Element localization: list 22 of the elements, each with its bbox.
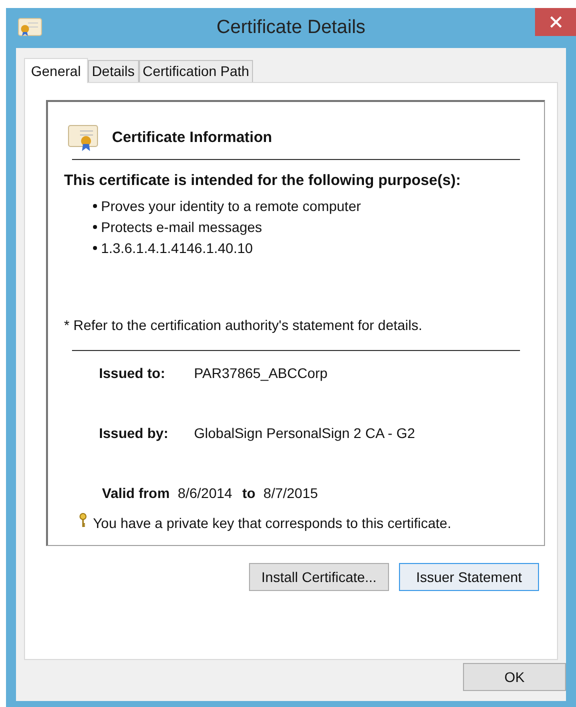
field-value: 8/6/2014 — [178, 484, 232, 502]
private-key-note: You have a private key that corresponds to this certificate. — [93, 514, 452, 533]
tab[interactable]: Certification Path — [138, 60, 254, 82]
purpose-item: Proves your identity to a remote computer — [101, 196, 361, 216]
field-label: Valid from — [102, 484, 170, 502]
dialog-button[interactable]: Install Certificate... — [249, 563, 389, 591]
field-label: Issued by: — [99, 424, 170, 443]
tab[interactable]: Details — [88, 60, 139, 82]
tab[interactable]: General — [24, 58, 88, 83]
note-text: * Refer to the certification authority's statement for details. — [64, 316, 424, 335]
purpose-item: 1.3.6.1.4.1.4146.1.40.10 — [101, 238, 253, 258]
section-heading: Certificate Information — [112, 128, 272, 148]
purpose-item: Protects e-mail messages — [101, 218, 262, 237]
field-label: Issued to: — [99, 364, 166, 382]
field-label: to — [242, 484, 256, 502]
dialog-button[interactable]: Issuer Statement — [399, 563, 539, 591]
purpose-heading: This certificate is intended for the following purpose(s): — [64, 171, 462, 191]
dialog-button[interactable]: OK — [463, 663, 566, 691]
field-value: PAR37865_ABCCorp — [194, 364, 328, 383]
field-value: GlobalSign PersonalSign 2 CA - G2 — [194, 424, 416, 443]
window-title: Certificate Details — [216, 16, 366, 40]
field-value: 8/7/2015 — [263, 484, 318, 502]
